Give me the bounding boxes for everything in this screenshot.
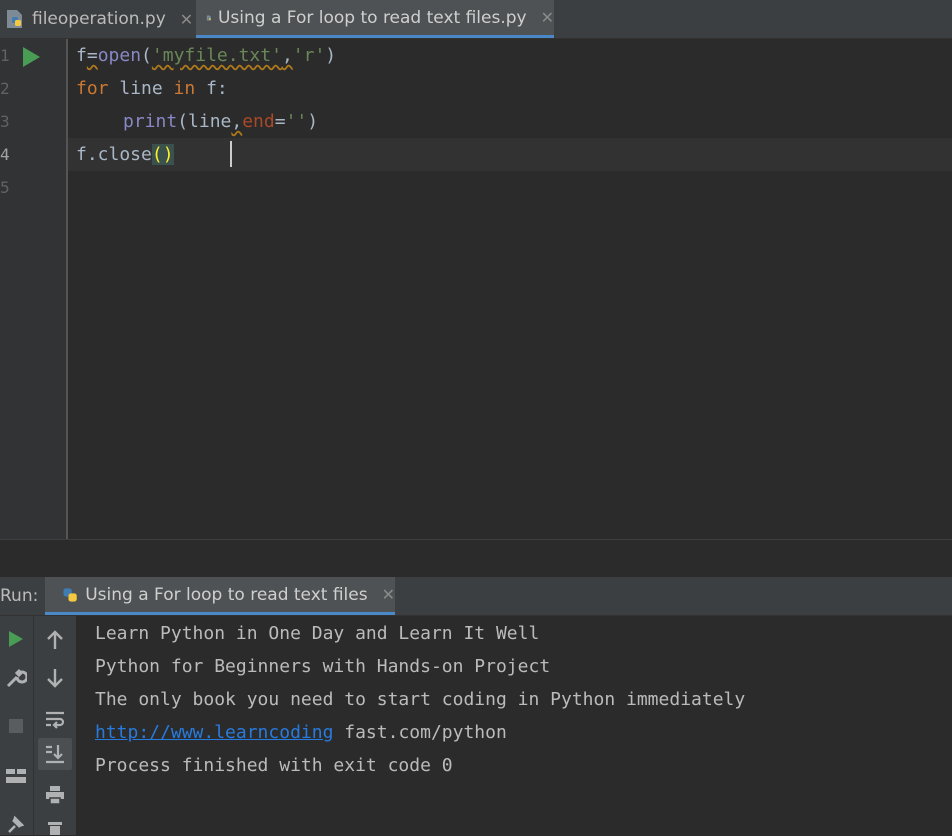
editor-tab-bar: fileoperation.py ✕ Using a For loop to r… (0, 0, 952, 39)
text-caret (230, 141, 232, 167)
line-number: 4 (0, 145, 10, 164)
line-number: 2 (0, 79, 10, 98)
console-exit-line: Process finished with exit code 0 (95, 755, 453, 776)
console-line: Learn Python in One Day and Learn It Wel… (95, 623, 540, 644)
pin-icon (8, 815, 25, 833)
close-icon[interactable]: ✕ (180, 10, 193, 29)
clear-button[interactable] (41, 819, 69, 835)
close-icon[interactable]: ✕ (382, 585, 395, 604)
layout-icon (6, 769, 26, 783)
scroll-to-end-icon (46, 745, 64, 764)
play-icon (9, 631, 23, 647)
close-icon[interactable]: ✕ (541, 8, 554, 27)
scroll-to-end-button[interactable] (38, 738, 72, 770)
console-line: The only book you need to start coding i… (95, 689, 746, 710)
console-output[interactable]: Learn Python in One Day and Learn It Wel… (77, 616, 952, 835)
pin-button[interactable] (2, 812, 30, 836)
layout-button[interactable] (2, 762, 30, 790)
arrow-up-icon (47, 630, 63, 649)
python-icon (63, 587, 77, 602)
console-text: fast.com/python (333, 722, 507, 743)
tab-fileoperation[interactable]: fileoperation.py ✕ (4, 0, 194, 38)
console-link[interactable]: http://www.learncoding (95, 722, 333, 743)
line-number: 3 (0, 112, 10, 131)
rerun-button[interactable] (4, 627, 28, 651)
stop-icon (9, 719, 23, 733)
current-line-highlight (68, 138, 952, 171)
run-gutter-icon[interactable] (23, 47, 40, 67)
soft-wrap-icon (46, 711, 65, 729)
run-panel-header: Run: Using a For loop to read text files… (0, 577, 952, 616)
run-label: Run: (0, 586, 39, 606)
wrench-icon (6, 668, 27, 688)
arrow-down-icon (47, 669, 63, 688)
stop-button[interactable] (4, 714, 28, 738)
trash-icon (48, 822, 62, 835)
console-line: http://www.learncoding fast.com/python (95, 716, 507, 749)
tab-for-loop[interactable]: Using a For loop to read text files.py ✕ (196, 0, 554, 38)
line-number: 1 (0, 46, 10, 65)
scroll-down-button[interactable] (41, 664, 69, 692)
code-line-4: f.close() (76, 144, 174, 165)
panel-splitter[interactable] (0, 539, 952, 577)
run-tab-label: Using a For loop to read text files (85, 584, 368, 605)
tab-label: Using a For loop to read text files.py (217, 7, 527, 28)
python-file-icon (7, 10, 22, 28)
console-line: Python for Beginners with Hands-on Proje… (95, 656, 551, 677)
soft-wrap-button[interactable] (41, 705, 69, 733)
print-button[interactable] (41, 781, 69, 809)
code-line-3: print(line,end='') (123, 111, 319, 132)
tab-label: fileoperation.py (32, 9, 166, 29)
run-toolbar-secondary (34, 616, 77, 835)
code-line-2: for line in f: (76, 78, 228, 99)
code-editor[interactable]: 1 2 3 4 5 f=open('myfile.txt','r') for l… (0, 39, 952, 539)
python-file-icon (206, 15, 211, 20)
line-gutter: 1 2 3 4 5 (0, 39, 68, 539)
scroll-up-button[interactable] (41, 626, 69, 654)
printer-icon (46, 786, 64, 805)
code-line-1: f=open('myfile.txt','r') (76, 45, 337, 66)
line-number: 5 (0, 178, 10, 197)
run-tab[interactable]: Using a For loop to read text files ✕ (45, 577, 395, 615)
run-toolbar-primary (0, 616, 34, 835)
settings-button[interactable] (2, 664, 30, 692)
